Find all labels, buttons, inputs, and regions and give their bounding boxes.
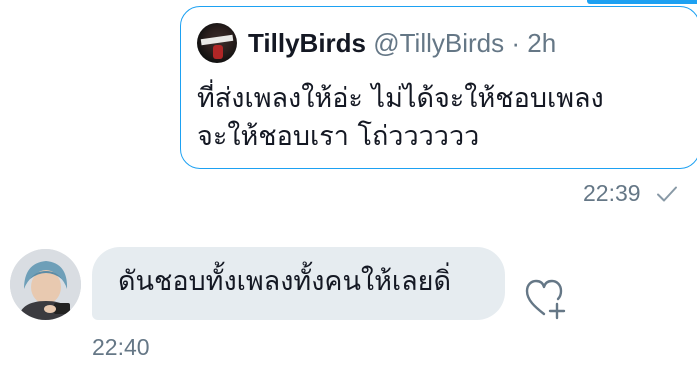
quoted-author-handle[interactable]: @TillyBirds	[373, 28, 504, 58]
quoted-tweet-text: ที่ส่งเพลงให้อ่ะ ไม่ได้จะให้ชอบเพลง จะให…	[197, 80, 687, 156]
quoted-tweet-age: 2h	[527, 28, 557, 58]
quoted-tweet-header: TillyBirds @TillyBirds · 2h	[248, 24, 556, 62]
check-icon	[657, 186, 677, 202]
previous-message-edge	[587, 0, 697, 4]
quoted-author-avatar[interactable]	[197, 23, 237, 63]
header-separator: ·	[511, 28, 521, 58]
quoted-author-name[interactable]: TillyBirds	[248, 28, 366, 58]
quoted-tweet-line: ที่ส่งเพลงให้อ่ะ ไม่ได้จะให้ชอบเพลง	[197, 83, 604, 114]
received-message-time: 22:40	[92, 334, 150, 360]
sent-message-time: 22:39	[583, 180, 641, 206]
quoted-tweet-line: จะให้ชอบเรา โถ่วววววว	[197, 121, 480, 152]
sender-avatar-image	[10, 249, 81, 320]
received-message-text: ดันชอบทั้งเพลงทั้งคนให้เลยดิ่	[118, 266, 452, 297]
heart-plus-icon[interactable]	[523, 276, 569, 320]
sender-avatar[interactable]	[10, 249, 81, 320]
